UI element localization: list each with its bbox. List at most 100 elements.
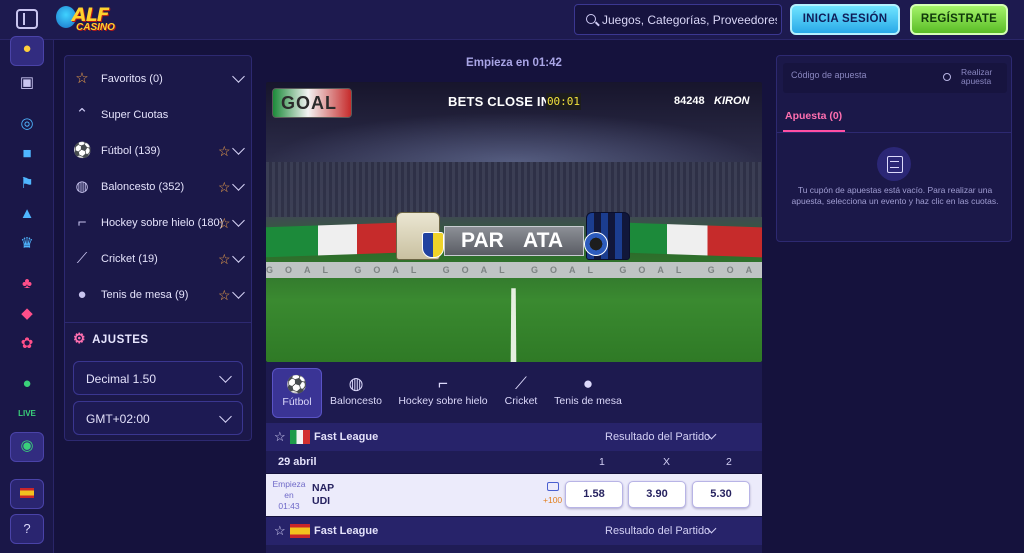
sidebar-item-super-odds[interactable]: ⌃ Super Cuotas (65, 100, 253, 132)
italy-flag-icon (290, 430, 310, 444)
italy-banner-right (626, 222, 762, 258)
bonus-wheel-icon[interactable]: ● (17, 39, 37, 59)
sport-tabs: ⚽ Fútbol ◍ Baloncesto ⌐ Hockey sobre hie… (266, 362, 762, 423)
bets-close-timer: 00:01 (546, 93, 581, 110)
home-team: NAP (312, 482, 335, 494)
sidebar-item-basketball[interactable]: ◍ Baloncesto (352) ☆ (65, 172, 253, 204)
clover-icon[interactable]: ✿ (17, 334, 37, 354)
tab-basketball[interactable]: ◍ Baloncesto (328, 368, 384, 418)
crown-icon[interactable]: ♛ (17, 234, 37, 254)
gamepad-icon[interactable]: ◉ (17, 436, 37, 456)
favorite-star-icon[interactable]: ☆ (274, 429, 286, 445)
login-button[interactable]: INICIA SESIÓN (790, 4, 900, 35)
column-header-2: 2 (726, 456, 732, 468)
gift-icon[interactable]: ▣ (17, 73, 37, 93)
award-icon[interactable]: ◎ (17, 114, 37, 134)
cherry-icon[interactable]: ♣ (17, 274, 37, 294)
dice-icon[interactable]: ◆ (17, 304, 37, 324)
favorite-star-icon[interactable]: ☆ (274, 523, 286, 539)
table-tennis-icon: ● (582, 374, 594, 393)
football-icon[interactable]: ● (17, 374, 37, 394)
sidebar-toggle-icon[interactable] (16, 9, 38, 29)
status-line: Empieza (272, 479, 306, 489)
odd-button-home[interactable]: 1.58 (565, 481, 623, 508)
tv-icon[interactable] (547, 482, 559, 491)
away-crest-icon (584, 232, 608, 256)
tab-cricket[interactable]: ⟋ Cricket (500, 368, 542, 418)
chevron-down-icon[interactable] (232, 70, 245, 83)
ad-board: GOAL GOAL GOAL GOAL GOAL GOAL GOAL GOAL … (266, 262, 762, 278)
flag-icon[interactable]: ⚑ (17, 174, 37, 194)
chevron-down-icon[interactable] (232, 178, 245, 191)
sidebar-item-cricket[interactable]: ⟋ Cricket (19) ☆ (65, 244, 253, 276)
search-input[interactable] (602, 11, 777, 29)
live-icon[interactable]: LIVE (17, 404, 37, 424)
market-select[interactable]: Resultado del Partido (605, 431, 710, 443)
register-button[interactable]: REGÍSTRATE (910, 4, 1008, 35)
bet-slip: Realizar apuesta Apuesta (0) Tu cupón de… (776, 55, 1012, 242)
tab-hockey[interactable]: ⌐ Hockey sobre hielo (396, 368, 490, 418)
favorite-star-icon[interactable]: ☆ (218, 143, 231, 160)
event-countdown: Empieza en 01:42 (466, 57, 562, 69)
odd-button-draw[interactable]: 3.90 (628, 481, 686, 508)
bets-close-label: BETS CLOSE IN: (448, 94, 555, 109)
sidebar-item-football[interactable]: ⚽ Fútbol (139) ☆ (65, 136, 253, 168)
tab-football[interactable]: ⚽ Fútbol (272, 368, 322, 418)
sidebar-item-favorites[interactable]: ☆ Favoritos (0) (65, 64, 253, 96)
match-row[interactable]: Empieza en 01:43 NAP UDI +100 1.58 3.90 … (266, 474, 762, 516)
chevron-down-icon[interactable] (232, 142, 245, 155)
super-odds-icon: ⌃ (75, 106, 89, 123)
odd-button-away[interactable]: 5.30 (692, 481, 750, 508)
tab-label: Baloncesto (330, 395, 382, 407)
away-abbr: ATA (523, 229, 564, 252)
briefcase-icon[interactable]: ■ (17, 144, 37, 164)
virtual-match-video[interactable]: GOAL GOAL GOAL GOAL GOAL GOAL GOAL GOAL … (266, 82, 762, 362)
bag-icon[interactable]: ▲ (17, 204, 37, 224)
tab-bet[interactable]: Apuesta (0) (785, 110, 842, 122)
favorite-star-icon[interactable]: ☆ (218, 251, 231, 268)
top-bar: ALF CASINO INICIA SESIÓN REGÍSTRATE (0, 0, 1024, 40)
betslip-empty-text: Tu cupón de apuestas está vacío. Para re… (791, 185, 999, 206)
sidebar-item-label: Hockey sobre hielo (180) (101, 217, 224, 229)
sidebar-item-hockey[interactable]: ⌐ Hockey sobre hielo (180) ☆ (65, 208, 253, 240)
hockey-icon: ⌐ (438, 374, 448, 393)
favorite-star-icon[interactable]: ☆ (218, 287, 231, 304)
timezone-select[interactable]: GMT+02:00 (73, 401, 243, 435)
logo[interactable]: ALF CASINO (54, 2, 124, 38)
chevron-down-icon[interactable] (232, 250, 245, 263)
more-markets-link[interactable]: +100 (543, 495, 562, 505)
sidebar-item-label: Cricket (19) (101, 253, 158, 265)
help-icon[interactable]: ? (17, 519, 37, 539)
chevron-down-icon[interactable] (232, 214, 245, 227)
basketball-icon: ◍ (348, 374, 364, 393)
search-box[interactable] (574, 4, 782, 35)
tab-table-tennis[interactable]: ● Tenis de mesa (554, 368, 622, 418)
timezone-value: GMT+02:00 (86, 412, 150, 426)
favorite-star-icon[interactable]: ☆ (218, 179, 231, 196)
home-crest-icon (422, 232, 444, 258)
table-tennis-icon: ● (77, 286, 87, 303)
place-bet-link[interactable]: Realizar apuesta (961, 68, 1003, 86)
italy-banner-left (266, 222, 396, 258)
divider (65, 322, 251, 323)
search-icon[interactable] (943, 73, 951, 81)
sidebar-item-table-tennis[interactable]: ● Tenis de mesa (9) ☆ (65, 280, 253, 312)
league-header[interactable]: ☆ Fast League Resultado del Partido (266, 517, 762, 545)
stadium-crowd (266, 162, 762, 217)
spain-flag-icon (290, 524, 310, 538)
bet-code-input[interactable] (791, 70, 931, 80)
event-number: 84248 (674, 95, 705, 107)
date-row: 29 abril 1 X 2 (266, 451, 762, 473)
odds-format-select[interactable]: Decimal 1.50 (73, 361, 243, 395)
spain-flag-icon[interactable] (17, 484, 37, 504)
chevron-down-icon[interactable] (232, 286, 245, 299)
sidebar-item-label: Super Cuotas (101, 109, 169, 121)
league-header[interactable]: ☆ Fast League Resultado del Partido (266, 423, 762, 451)
settings-title: ⚙ AJUSTES (73, 330, 149, 347)
market-select[interactable]: Resultado del Partido (605, 525, 710, 537)
favorite-star-icon[interactable]: ☆ (218, 215, 231, 232)
date-row (266, 545, 762, 553)
tab-label: Hockey sobre hielo (398, 395, 488, 407)
tab-label: Tenis de mesa (554, 395, 622, 407)
tab-label: Cricket (504, 395, 538, 407)
